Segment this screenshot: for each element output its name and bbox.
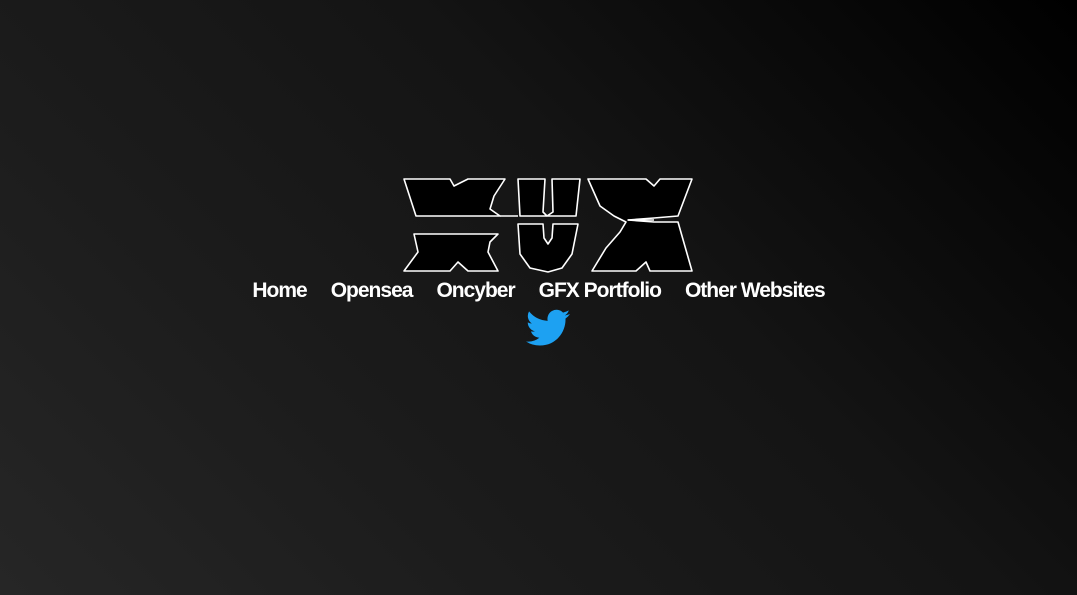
nav-link-other-websites[interactable]: Other Websites	[685, 278, 826, 304]
nav-link-opensea[interactable]: Opensea	[331, 278, 414, 304]
nav-link-gfx-portfolio[interactable]: GFX Portfolio	[539, 278, 662, 304]
nav-link-home[interactable]: Home	[252, 278, 307, 304]
main-nav: Home Opensea Oncyber GFX Portfolio Other…	[0, 278, 1077, 304]
nav-link-oncyber[interactable]: Oncyber	[436, 278, 515, 304]
site-logo[interactable]	[402, 176, 695, 274]
twitter-icon[interactable]	[526, 309, 570, 347]
